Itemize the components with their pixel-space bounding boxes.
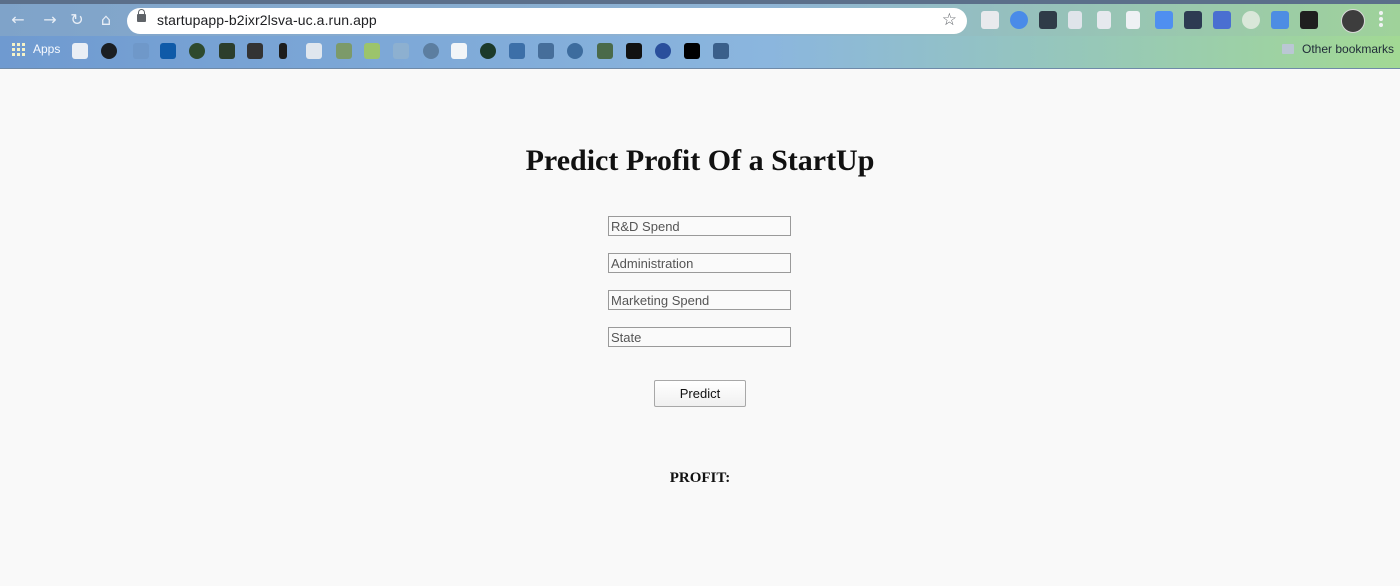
other-bookmarks[interactable]: Other bookmarks	[1282, 42, 1394, 56]
bookmark-icon[interactable]	[713, 43, 729, 59]
bookmark-icon[interactable]	[133, 43, 149, 59]
bookmark-icon[interactable]	[480, 43, 496, 59]
extension-icon[interactable]	[1039, 11, 1057, 29]
folder-icon	[1282, 44, 1294, 54]
extension-icon[interactable]	[1126, 11, 1140, 29]
reload-button[interactable]: ↻	[67, 10, 87, 30]
bookmark-icon[interactable]	[306, 43, 322, 59]
address-bar-url[interactable]: startupapp-b2ixr2lsva-uc.a.run.app	[157, 12, 377, 28]
extension-icon[interactable]	[1184, 11, 1202, 29]
profit-result-label: PROFIT:	[669, 470, 731, 486]
bookmark-icon[interactable]	[538, 43, 554, 59]
other-bookmarks-label: Other bookmarks	[1302, 42, 1395, 56]
bookmark-icon[interactable]	[393, 43, 409, 59]
home-button[interactable]: ⌂	[96, 10, 116, 30]
extension-icon[interactable]	[1242, 11, 1260, 29]
extension-icon[interactable]	[1213, 11, 1231, 29]
bookmark-icon[interactable]	[72, 43, 88, 59]
state-input[interactable]	[608, 327, 791, 347]
address-bar[interactable]: startupapp-b2ixr2lsva-uc.a.run.app ☆	[127, 8, 967, 34]
bookmark-icon[interactable]	[336, 43, 352, 59]
browser-menu-icon[interactable]	[1378, 10, 1384, 30]
extension-icon[interactable]	[1068, 11, 1082, 29]
bookmark-icon[interactable]	[279, 43, 287, 59]
bookmark-icon[interactable]	[101, 43, 117, 59]
bookmark-icon[interactable]	[626, 43, 642, 59]
extension-icon[interactable]	[1155, 11, 1173, 29]
bookmark-icon[interactable]	[423, 43, 439, 59]
bookmark-apps-label[interactable]: Apps	[33, 42, 60, 56]
bookmark-icon[interactable]	[597, 43, 613, 59]
bookmark-icon[interactable]	[567, 43, 583, 59]
bookmark-icon[interactable]	[655, 43, 671, 59]
rd-spend-input[interactable]	[608, 216, 791, 236]
star-icon[interactable]: ☆	[942, 10, 957, 30]
apps-icon[interactable]	[12, 43, 26, 57]
bookmark-icon[interactable]	[160, 43, 176, 59]
extension-icon[interactable]	[1097, 11, 1111, 29]
bookmark-icon[interactable]	[364, 43, 380, 59]
bookmark-icon[interactable]	[509, 43, 525, 59]
extension-icon[interactable]	[1300, 11, 1318, 29]
bookmark-icon[interactable]	[219, 43, 235, 59]
marketing-spend-input[interactable]	[608, 290, 791, 310]
bookmark-icon[interactable]	[684, 43, 700, 59]
profile-avatar[interactable]	[1341, 9, 1365, 33]
bookmark-icon[interactable]	[451, 43, 467, 59]
predict-button[interactable]: Predict	[654, 380, 746, 407]
browser-toolbar: ← → ↻ ⌂ startupapp-b2ixr2lsva-uc.a.run.a…	[0, 0, 1400, 36]
extension-icon[interactable]	[981, 11, 999, 29]
extension-icon[interactable]	[1271, 11, 1289, 29]
forward-button[interactable]: →	[40, 10, 60, 30]
bookmark-icon[interactable]	[247, 43, 263, 59]
page-title: Predict Profit Of a StartUp	[525, 144, 875, 177]
administration-input[interactable]	[608, 253, 791, 273]
lock-icon	[137, 9, 146, 22]
back-button[interactable]: ←	[8, 10, 28, 30]
extension-icon[interactable]	[1010, 11, 1028, 29]
bookmark-icon[interactable]	[189, 43, 205, 59]
bookmarks-bar	[0, 36, 1400, 69]
